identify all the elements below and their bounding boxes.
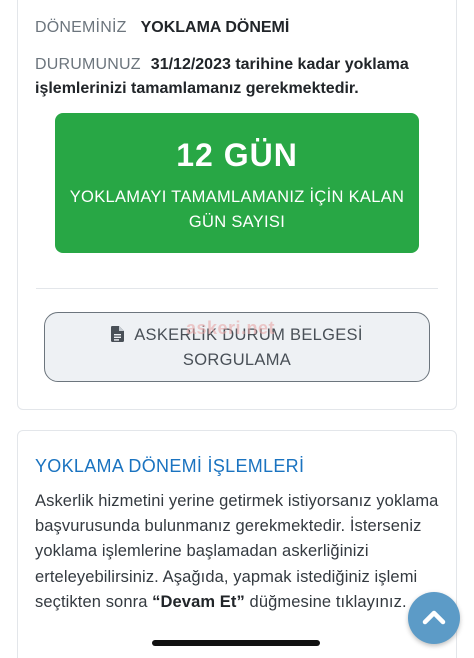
- countdown-description: YOKLAMAYI TAMAMLAMANIZ İÇİN KALAN GÜN SA…: [69, 188, 405, 231]
- days-remaining: 12 GÜN: [176, 137, 298, 173]
- continue-emphasis: “Devam Et”: [152, 592, 245, 611]
- state-row: DURUMUNUZ 31/12/2023 tarihine kadar yokla…: [35, 53, 435, 101]
- period-value: YOKLAMA DÖNEMİ: [140, 19, 290, 36]
- divider: [36, 288, 438, 289]
- watermark: askeri.net: [186, 318, 276, 338]
- home-indicator: [152, 640, 320, 646]
- operations-text-after: düğmesine tıklayınız.: [244, 592, 407, 611]
- state-label: DURUMUNUZ: [35, 56, 141, 73]
- scroll-to-top-button[interactable]: [408, 592, 460, 644]
- countdown-box: 12 GÜN YOKLAMAYI TAMAMLAMANIZ İÇİN KALAN…: [55, 113, 419, 253]
- operations-title: YOKLAMA DÖNEMİ İŞLEMLERİ: [35, 456, 305, 476]
- document-icon: [111, 325, 125, 349]
- period-row: DÖNEMİNİZ YOKLAMA DÖNEMİ: [35, 16, 289, 40]
- operations-description: Askerlik hizmetini yerine getirmek istiy…: [35, 489, 443, 615]
- query-button-label-line2: SORGULAMA: [182, 351, 292, 369]
- chevron-up-icon: [422, 610, 446, 625]
- period-label: DÖNEMİNİZ: [35, 19, 127, 36]
